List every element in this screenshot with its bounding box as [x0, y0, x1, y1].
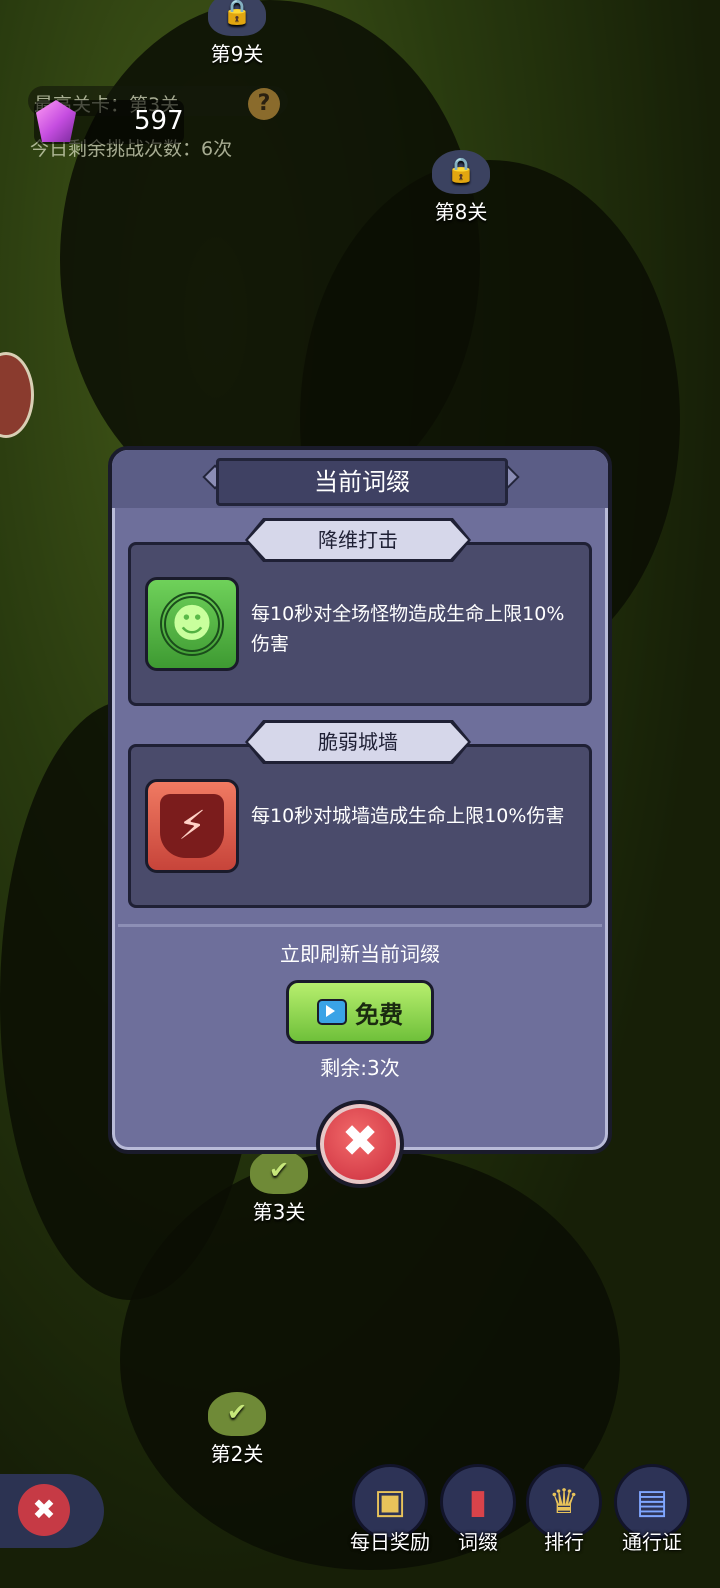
lock-icon: 🔒: [432, 150, 490, 194]
lock-icon: 🔒: [208, 0, 266, 36]
divider: [118, 924, 602, 927]
nav-label: 排行: [544, 1530, 584, 1554]
nav-label: 通行证: [622, 1530, 682, 1554]
remaining-count: 剩余:3次: [320, 1056, 400, 1080]
stage-label: 第2关: [210, 1442, 264, 1466]
cracked-shield-icon: ⚡: [145, 779, 239, 873]
stage-node-2[interactable]: ✔ 第2关: [192, 1392, 282, 1467]
nav-affix[interactable]: ▮ 词缀: [436, 1464, 520, 1555]
affix-name: 降维打击: [248, 521, 468, 559]
checkmark-icon: ✔: [250, 1150, 308, 1194]
stage-label: 第3关: [252, 1200, 306, 1224]
nav-label: 每日奖励: [350, 1530, 430, 1554]
dialog-title: 当前词缀: [216, 458, 508, 506]
affix-card: ☻ 每10秒对全场怪物造成生命上限10%伤害: [128, 542, 592, 706]
nav-pass[interactable]: ▤ 通行证: [610, 1464, 694, 1555]
stage-label: 第8关: [434, 200, 488, 224]
stage-label: 第9关: [210, 42, 264, 66]
gem-count: 597: [134, 106, 184, 136]
nav-label: 词缀: [458, 1530, 498, 1554]
green-figure-icon: ☻: [145, 577, 239, 671]
stage-node-9[interactable]: 🔒 第9关: [192, 0, 282, 67]
affix-dialog: 当前词缀 ☻ 每10秒对全场怪物造成生命上限10%伤害 降维打击 ⚡ 每10秒对…: [108, 446, 612, 1154]
nav-daily-reward[interactable]: ▣ 每日奖励: [348, 1464, 432, 1555]
close-icon[interactable]: ✖: [316, 1100, 404, 1188]
affix-description: 每10秒对城墙造成生命上限10%伤害: [251, 805, 565, 827]
free-button-label: 免费: [355, 1000, 403, 1029]
help-button[interactable]: ?: [248, 88, 280, 120]
affix-description: 每10秒对全场怪物造成生命上限10%伤害: [251, 603, 565, 655]
stage-node-3[interactable]: ✔ 第3关: [234, 1150, 324, 1225]
refresh-affix-text: 立即刷新当前词缀: [280, 942, 440, 966]
free-refresh-button[interactable]: 免费: [286, 980, 434, 1044]
affix-card: ⚡ 每10秒对城墙造成生命上限10%伤害: [128, 744, 592, 908]
nav-ranking[interactable]: ♛ 排行: [522, 1464, 606, 1555]
affix-name: 脆弱城墙: [248, 723, 468, 761]
back-button[interactable]: ✖: [0, 1474, 104, 1548]
video-ad-icon: [317, 999, 347, 1025]
close-icon: ✖: [18, 1484, 70, 1536]
checkmark-icon: ✔: [208, 1392, 266, 1436]
stage-node-8[interactable]: 🔒 第8关: [416, 150, 506, 225]
